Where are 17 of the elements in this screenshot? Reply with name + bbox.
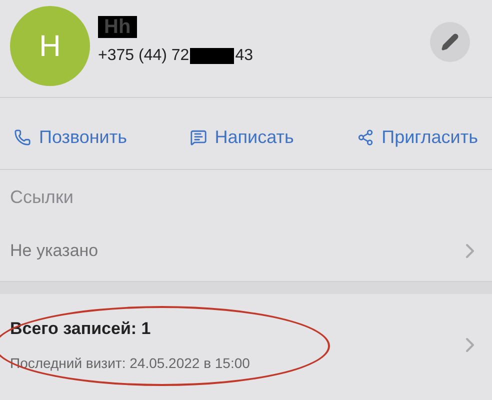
message-icon	[190, 129, 207, 146]
avatar: H	[10, 6, 90, 86]
phone-icon	[14, 129, 31, 146]
pencil-icon	[441, 33, 459, 51]
last-visit: Последний визит: 24.05.2022 в 15:00	[10, 354, 250, 374]
contact-name: Hh	[98, 16, 137, 38]
share-icon	[356, 129, 374, 146]
phone-number: +375 (44) 72	[98, 46, 190, 66]
visits-total: Всего записей: 1	[10, 318, 152, 340]
action-button[interactable]: Пригласить	[356, 124, 478, 151]
phone-number-end: 43	[235, 46, 253, 66]
section-title: Ссылки	[9, 186, 74, 209]
redaction-mark	[190, 48, 234, 64]
action-button[interactable]: Позвонить	[14, 124, 127, 151]
action-button[interactable]: Написать	[190, 124, 294, 151]
visits-row[interactable]: Всего записей: 1 Последний визит: 24.05.2022 в 15:00	[0, 294, 492, 384]
edit-button[interactable]	[430, 22, 470, 62]
